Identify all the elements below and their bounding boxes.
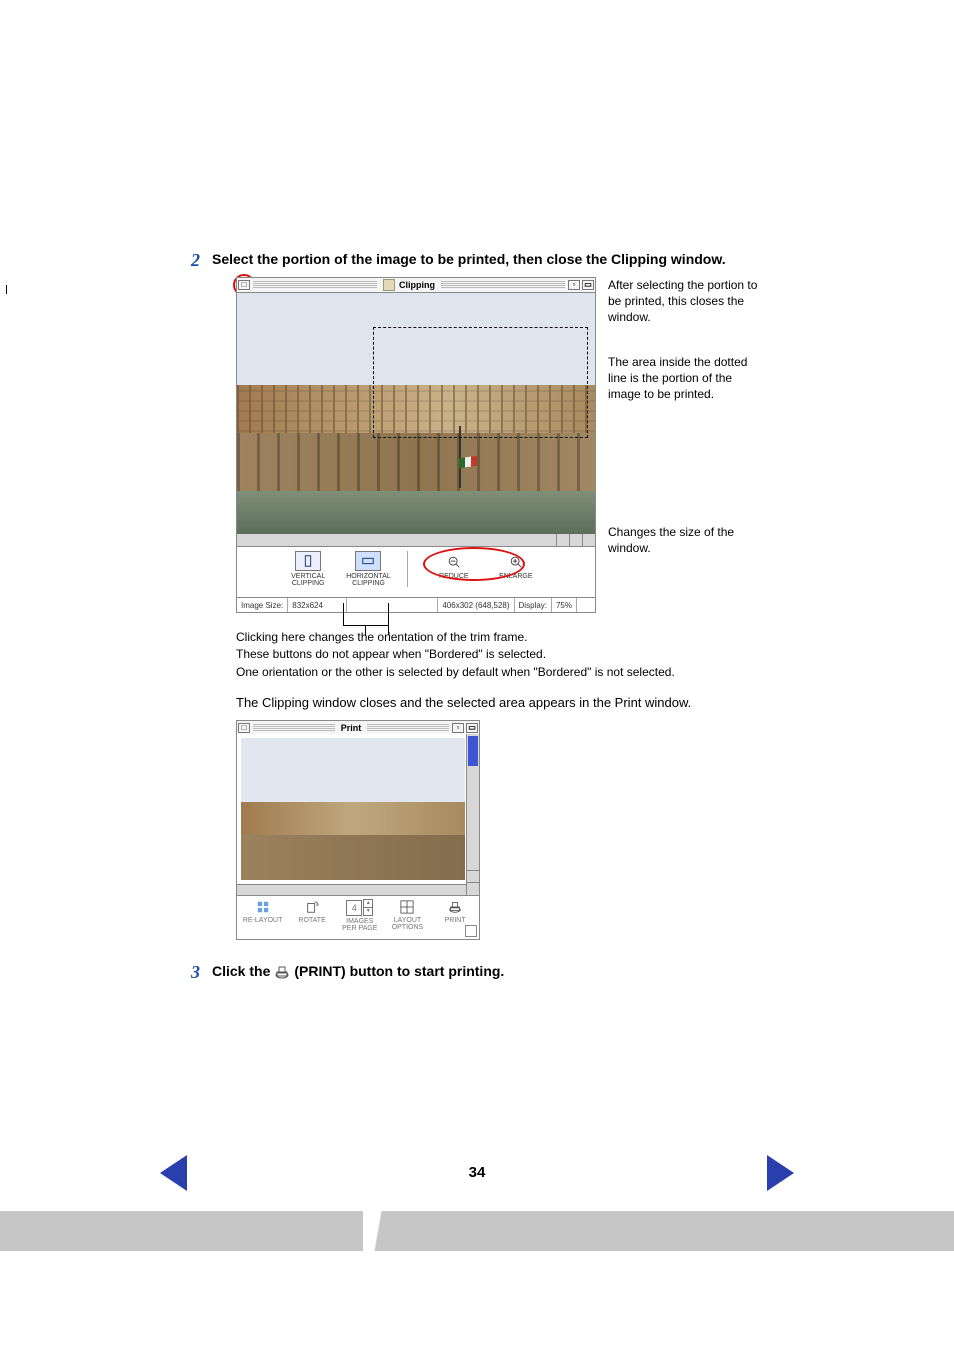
step-3-row: 3 Click the (PRINT) button to start prin… <box>0 962 954 983</box>
printer-icon <box>445 899 465 915</box>
reduce-label: REDUCE <box>439 573 469 580</box>
clipping-title-text: Clipping <box>399 280 435 290</box>
relayout-label: RE-LAYOUT <box>243 917 283 924</box>
clipping-figure: □ Clipping ▫ ▭ <box>0 277 954 613</box>
prev-page-button[interactable] <box>160 1155 187 1191</box>
callout-zoom: Changes the size of the window. <box>608 524 768 556</box>
enlarge-label: ENLARGE <box>499 573 532 580</box>
print-close-button[interactable]: □ <box>238 723 250 733</box>
clipping-statusbar: Image Size: 832x624 406x302 (648,528) Di… <box>236 598 596 613</box>
status-crop-value: 406x302 (648,528) <box>438 598 514 612</box>
status-image-size-value: 832x624 <box>288 598 347 612</box>
rotate-icon <box>302 899 322 915</box>
zoom-out-icon <box>442 553 466 571</box>
step-3-number: 3 <box>160 962 212 983</box>
callout-close: After selecting the portion to be printe… <box>608 277 768 326</box>
page-number: 34 <box>469 1164 486 1181</box>
clipping-image-area[interactable] <box>236 293 596 534</box>
stepper-down[interactable]: ▾ <box>363 908 373 916</box>
print-collapse-button[interactable]: ▭ <box>466 723 478 733</box>
images-per-page-value: 4 <box>346 900 362 916</box>
inline-printer-icon <box>274 964 290 980</box>
resize-handle[interactable] <box>582 534 595 546</box>
stepper-up[interactable]: ▴ <box>363 899 373 908</box>
result-paragraph: The Clipping window closes and the selec… <box>0 695 796 710</box>
print-vscrollbar[interactable] <box>466 734 479 895</box>
page: 2 Select the portion of the image to be … <box>0 0 954 1351</box>
footer: 34 <box>0 1164 954 1181</box>
below-caption-line2: These buttons do not appear when "Border… <box>236 646 954 663</box>
relayout-icon <box>253 899 273 915</box>
vertical-clipping-label: VERTICAL CLIPPING <box>291 573 325 587</box>
close-button[interactable]: □ <box>238 280 250 290</box>
step-2-number: 2 <box>160 250 212 271</box>
step-3-text: Click the (PRINT) button to start printi… <box>212 962 504 981</box>
status-display-label: Display: <box>515 598 552 612</box>
horizontal-clipping-button[interactable]: HORIZONTAL CLIPPING <box>346 551 391 587</box>
zoom-group: REDUCE ENLARGE <box>424 551 546 582</box>
horizontal-clipping-label: HORIZONTAL CLIPPING <box>346 573 391 587</box>
status-display-value: 75% <box>552 598 577 612</box>
print-button[interactable]: PRINT <box>437 899 473 924</box>
print-zoom-button[interactable]: ▫ <box>452 723 464 733</box>
step-2-text: Select the portion of the image to be pr… <box>212 250 726 269</box>
step-3-prefix: Click the <box>212 962 270 981</box>
clipping-titlebar: □ Clipping ▫ ▭ <box>236 277 596 293</box>
zoom-in-icon <box>504 553 528 571</box>
footer-band <box>0 1211 954 1251</box>
zoom-button[interactable]: ▫ <box>568 280 580 290</box>
layout-options-button[interactable]: LAYOUT OPTIONS <box>389 899 425 931</box>
enlarge-button[interactable]: ENLARGE <box>494 553 538 580</box>
below-caption-line3: One orientation or the other is selected… <box>236 664 954 681</box>
relayout-button[interactable]: RE-LAYOUT <box>243 899 283 924</box>
images-per-page-label: IMAGES PER PAGE <box>342 918 377 932</box>
below-caption: Clicking here changes the orientation of… <box>0 629 954 681</box>
print-window: □ Print ▫ ▭ <box>236 720 480 940</box>
print-resize-handle[interactable] <box>465 925 477 937</box>
hscrollbar[interactable] <box>236 534 596 547</box>
scroll-left[interactable] <box>556 534 569 546</box>
print-hscrollbar[interactable] <box>237 884 466 895</box>
horizontal-clipping-icon <box>355 551 381 571</box>
vertical-clipping-button[interactable]: VERTICAL CLIPPING <box>286 551 330 587</box>
print-preview <box>241 738 465 880</box>
collapse-button[interactable]: ▭ <box>582 280 594 290</box>
window-icon <box>383 279 395 291</box>
step-2-row: 2 Select the portion of the image to be … <box>0 250 954 271</box>
next-page-button[interactable] <box>767 1155 794 1191</box>
vertical-clipping-icon <box>295 551 321 571</box>
scroll-right[interactable] <box>569 534 582 546</box>
layout-options-icon <box>397 899 417 915</box>
layout-options-label: LAYOUT OPTIONS <box>392 917 424 931</box>
print-toolbar: RE-LAYOUT ROTATE 4 ▴ ▾ IMAGES PER PAGE <box>237 895 479 939</box>
images-per-page-button[interactable]: 4 ▴ ▾ IMAGES PER PAGE <box>342 899 378 932</box>
print-label: PRINT <box>445 917 466 924</box>
selection-rectangle[interactable] <box>373 327 588 438</box>
print-title-text: Print <box>341 723 362 733</box>
step-3-suffix: (PRINT) button to start printing. <box>294 962 504 981</box>
reduce-button[interactable]: REDUCE <box>432 553 476 580</box>
print-titlebar: □ Print ▫ ▭ <box>237 721 479 734</box>
rotate-label: ROTATE <box>298 917 325 924</box>
clipping-window: □ Clipping ▫ ▭ <box>236 277 596 613</box>
below-caption-line1: Clicking here changes the orientation of… <box>236 629 954 646</box>
rotate-button[interactable]: ROTATE <box>294 899 330 924</box>
callouts-column: After selecting the portion to be printe… <box>596 277 768 613</box>
clipping-toolbar: VERTICAL CLIPPING HORIZONTAL CLIPPING RE… <box>236 547 596 598</box>
status-image-size-label: Image Size: <box>237 598 288 612</box>
callout-area: The area inside the dotted line is the p… <box>608 354 768 403</box>
